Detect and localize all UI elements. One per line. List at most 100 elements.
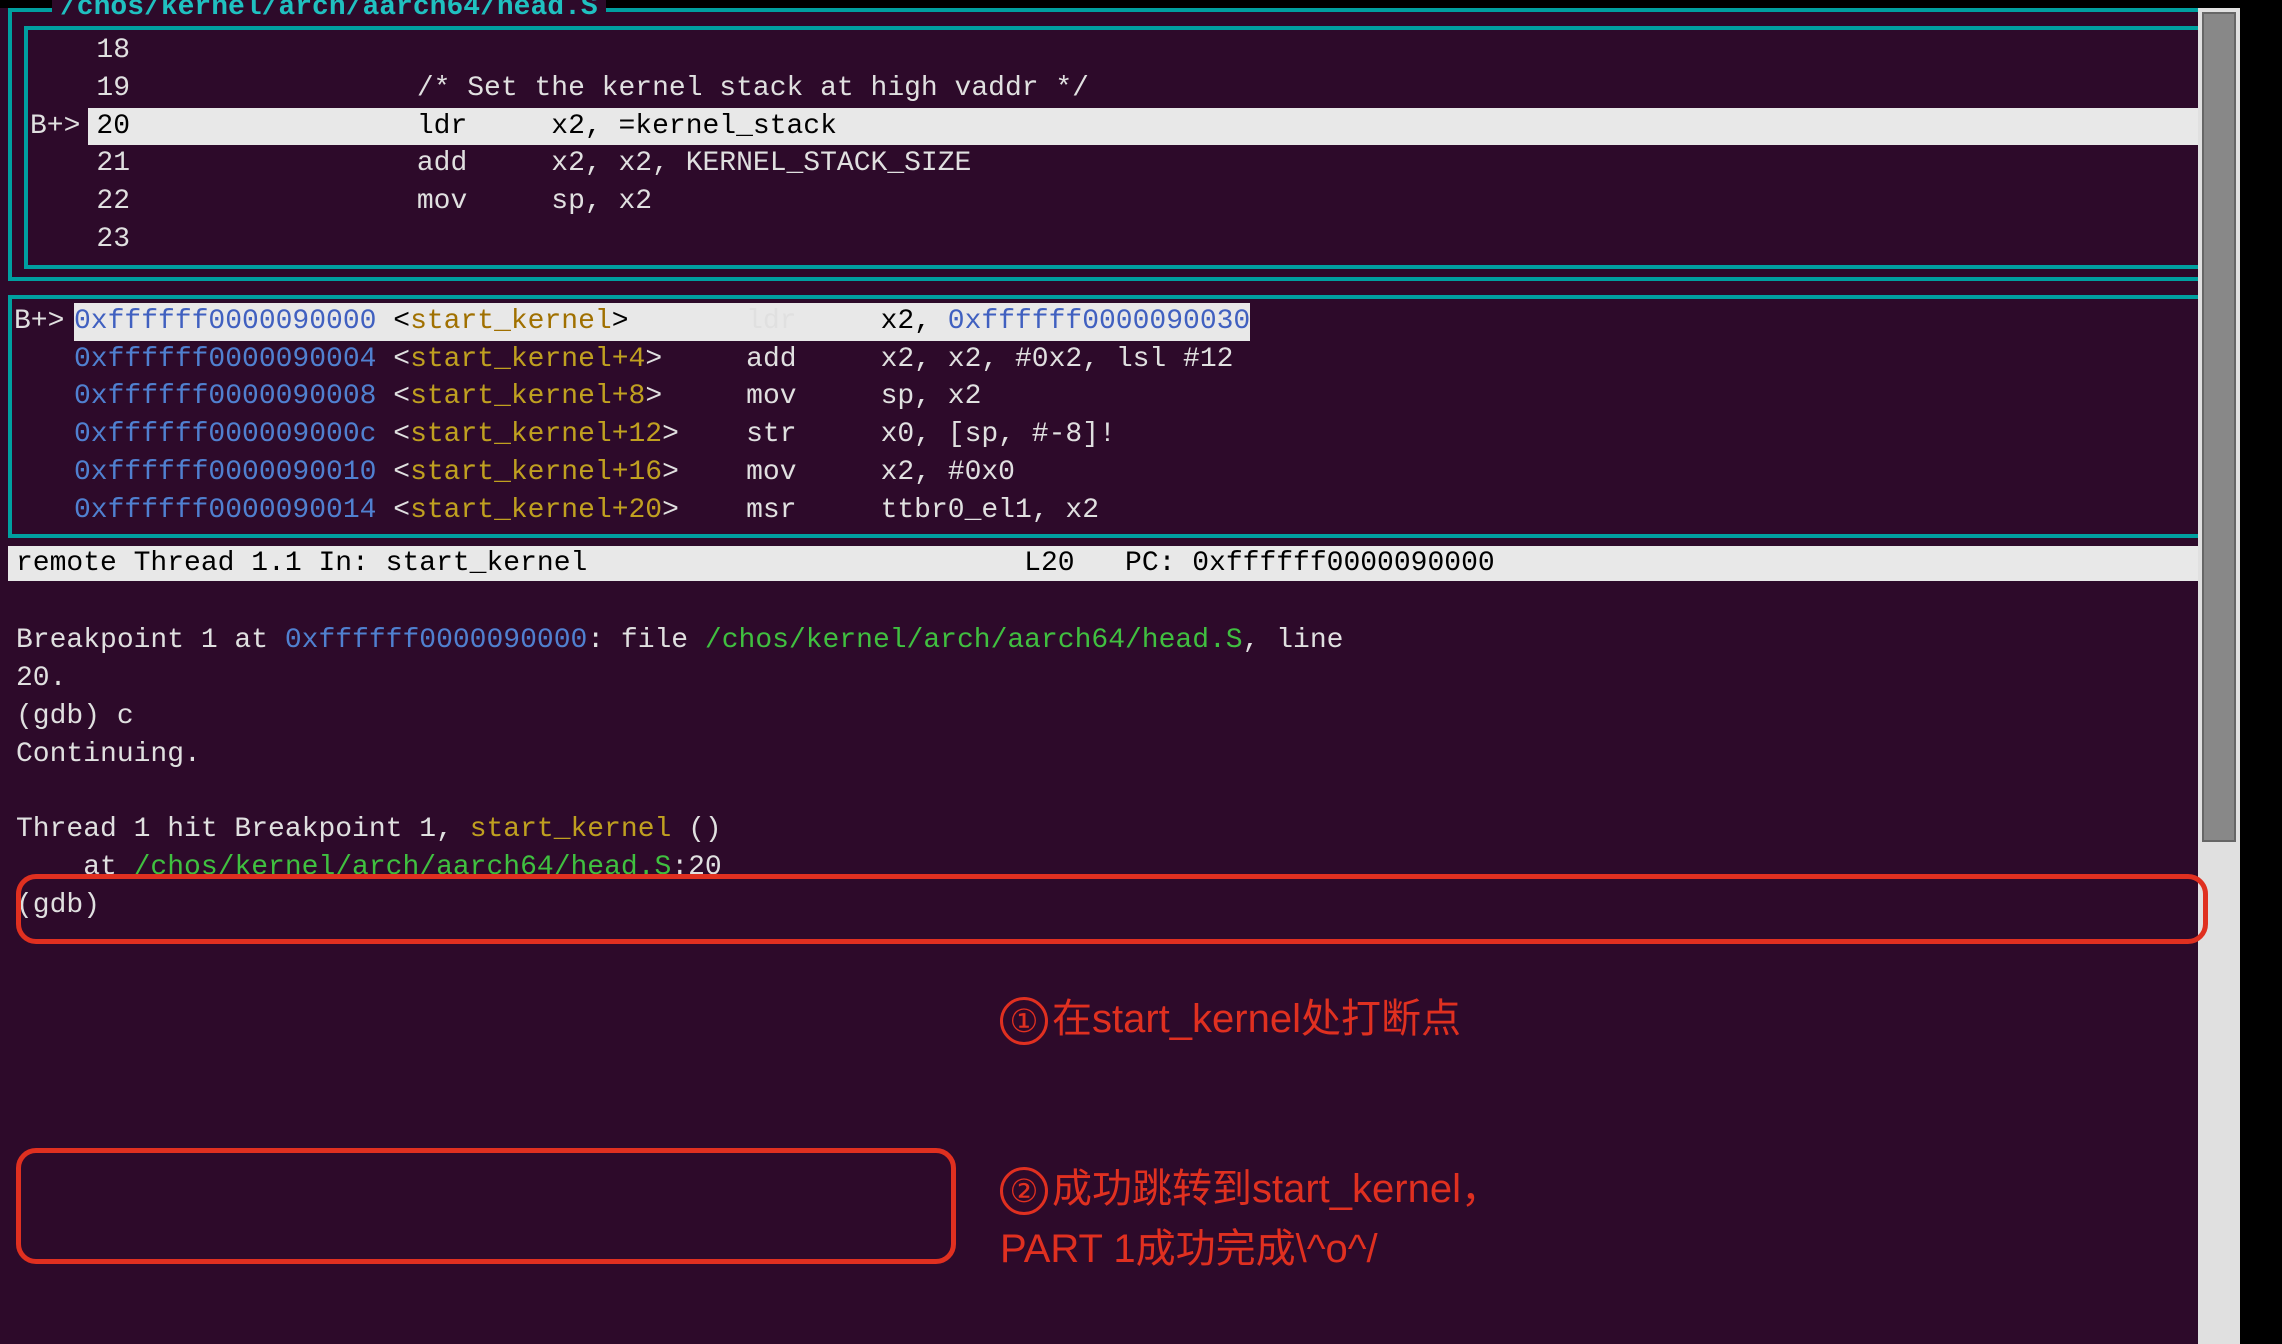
gutter <box>28 32 88 70</box>
console-address: 0xffffff0000090000 <box>285 625 587 656</box>
asm-line-current: B+> 0xffffff0000090000 <start_kernel> ld… <box>12 303 2228 341</box>
console-text: Continuing. <box>16 739 201 770</box>
status-thread: remote Thread 1.1 In: start_kernel <box>16 548 587 579</box>
status-pc: PC: 0xffffff0000090000 <box>1125 548 1495 579</box>
console-text: 20. <box>16 663 66 694</box>
asm-operands: x2, x2, #0x2, lsl #12 <box>881 344 1234 375</box>
gutter <box>28 221 88 259</box>
asm-symbol: start_kernel+20 <box>410 495 662 526</box>
annotation-number-icon: ② <box>1000 1167 1048 1215</box>
source-line: 23 <box>28 221 2212 259</box>
asm-mnemonic: add <box>746 344 796 375</box>
gutter <box>28 145 88 183</box>
asm-symbol: start_kernel+12 <box>410 419 662 450</box>
asm-address: 0xffffff0000090010 <box>74 457 376 488</box>
asm-line: 0xffffff0000090010 <start_kernel+16> mov… <box>12 454 2228 492</box>
asm-mnemonic: mov <box>746 457 796 488</box>
line-number: 22 <box>88 183 148 221</box>
asm-mnemonic: msr <box>746 495 796 526</box>
asm-body: 0xffffff000009000c <start_kernel+12> str… <box>74 416 2228 454</box>
asm-operands: x2, #0x0 <box>881 457 1015 488</box>
source-inner-border: 18 19 /* Set the kernel stack at high va… <box>24 26 2216 269</box>
gdb-tui-window: /chos/kernel/arch/aarch64/head.S 18 19 /… <box>0 8 2240 1344</box>
asm-line: 0xffffff000009000c <start_kernel+12> str… <box>12 416 2228 454</box>
annotation-text: 成功跳转到start_kernel， <box>1052 1167 1501 1211</box>
asm-body: 0xffffff0000090000 <start_kernel> ldr x2… <box>74 303 2228 341</box>
asm-symbol: start_kernel <box>410 306 612 337</box>
asm-mnemonic: ldr <box>746 306 796 337</box>
source-line: 22 mov sp, x2 <box>28 183 2212 221</box>
asm-operands: x2, <box>881 306 948 337</box>
disassembly-panel: B+> 0xffffff0000090000 <start_kernel> ld… <box>8 295 2232 538</box>
asm-address: 0xffffff0000090000 <box>74 306 376 337</box>
console-text: :20 <box>671 852 721 883</box>
gutter <box>14 454 74 492</box>
annotation-text: 在start_kernel处打断点 <box>1052 997 1461 1041</box>
source-line: 21 add x2, x2, KERNEL_STACK_SIZE <box>28 145 2212 183</box>
source-file-title: /chos/kernel/arch/aarch64/head.S <box>52 0 606 23</box>
asm-line: 0xffffff0000090014 <start_kernel+20> msr… <box>12 492 2228 530</box>
console-text: at <box>16 852 134 883</box>
asm-line: 0xffffff0000090004 <start_kernel+4> add … <box>12 341 2228 379</box>
console-text: Thread 1 hit Breakpoint 1, <box>16 814 470 845</box>
annotation-label-2b: PART 1成功完成\^o^/ <box>1000 1216 1378 1274</box>
source-code: mov sp, x2 <box>148 183 2212 221</box>
source-code: /* Set the kernel stack at high vaddr */ <box>148 70 2212 108</box>
gutter <box>14 416 74 454</box>
annotation-label-2: ②成功跳转到start_kernel， <box>1000 1156 1501 1215</box>
line-number: 21 <box>88 145 148 183</box>
gdb-prompt[interactable]: (gdb) <box>16 890 117 921</box>
source-code <box>148 221 2212 259</box>
gutter <box>28 70 88 108</box>
gutter <box>14 492 74 530</box>
status-line: L20 <box>1024 548 1074 579</box>
asm-mnemonic: mov <box>746 381 796 412</box>
source-code <box>148 32 2212 70</box>
source-code: ldr x2, =kernel_stack <box>148 108 2212 146</box>
annotation-box-2 <box>16 1148 956 1264</box>
asm-address: 0xffffff0000090014 <box>74 495 376 526</box>
gdb-prompt[interactable]: (gdb) c <box>16 701 134 732</box>
asm-address: 0xffffff0000090004 <box>74 344 376 375</box>
asm-operands: x0, [sp, #-8]! <box>881 419 1116 450</box>
console-text: , line <box>1243 625 1344 656</box>
console-file: /chos/kernel/arch/aarch64/head.S <box>134 852 672 883</box>
asm-address: 0xffffff000009000c <box>74 419 376 450</box>
console-text: Breakpoint 1 at <box>16 625 285 656</box>
asm-symbol: start_kernel+4 <box>410 344 645 375</box>
asm-body: 0xffffff0000090010 <start_kernel+16> mov… <box>74 454 2228 492</box>
source-line: 19 /* Set the kernel stack at high vaddr… <box>28 70 2212 108</box>
vertical-scrollbar[interactable] <box>2198 8 2240 1344</box>
annotation-number-icon: ① <box>1000 997 1048 1045</box>
annotation-text: PART 1成功完成\^o^/ <box>1000 1227 1378 1271</box>
status-bar: remote Thread 1.1 In: start_kernel L20 P… <box>8 546 2232 581</box>
source-line-current: B+> 20 ldr x2, =kernel_stack <box>28 108 2212 146</box>
gutter <box>14 378 74 416</box>
asm-body: 0xffffff0000090014 <start_kernel+20> msr… <box>74 492 2228 530</box>
gdb-console[interactable]: Breakpoint 1 at 0xffffff0000090000: file… <box>8 581 2232 967</box>
source-line: 18 <box>28 32 2212 70</box>
line-number: 23 <box>88 221 148 259</box>
asm-operands: ttbr0_el1, x2 <box>881 495 1099 526</box>
asm-body: 0xffffff0000090004 <start_kernel+4> add … <box>74 341 2228 379</box>
gutter <box>14 341 74 379</box>
console-symbol: start_kernel <box>470 814 672 845</box>
console-text: : file <box>587 625 705 656</box>
breakpoint-marker[interactable]: B+> <box>28 108 88 146</box>
asm-line: 0xffffff0000090008 <start_kernel+8> mov … <box>12 378 2228 416</box>
line-number: 20 <box>88 108 148 146</box>
scrollbar-thumb[interactable] <box>2202 12 2236 842</box>
console-file: /chos/kernel/arch/aarch64/head.S <box>705 625 1243 656</box>
console-text: () <box>671 814 721 845</box>
asm-mnemonic: str <box>746 419 796 450</box>
asm-body: 0xffffff0000090008 <start_kernel+8> mov … <box>74 378 2228 416</box>
asm-symbol: start_kernel+8 <box>410 381 645 412</box>
asm-symbol: start_kernel+16 <box>410 457 662 488</box>
breakpoint-marker[interactable]: B+> <box>14 303 74 341</box>
line-number: 19 <box>88 70 148 108</box>
gutter <box>28 183 88 221</box>
source-panel: /chos/kernel/arch/aarch64/head.S 18 19 /… <box>8 8 2232 281</box>
line-number: 18 <box>88 32 148 70</box>
asm-address: 0xffffff0000090008 <box>74 381 376 412</box>
asm-immediate: 0xffffff0000090030 <box>948 306 1250 337</box>
